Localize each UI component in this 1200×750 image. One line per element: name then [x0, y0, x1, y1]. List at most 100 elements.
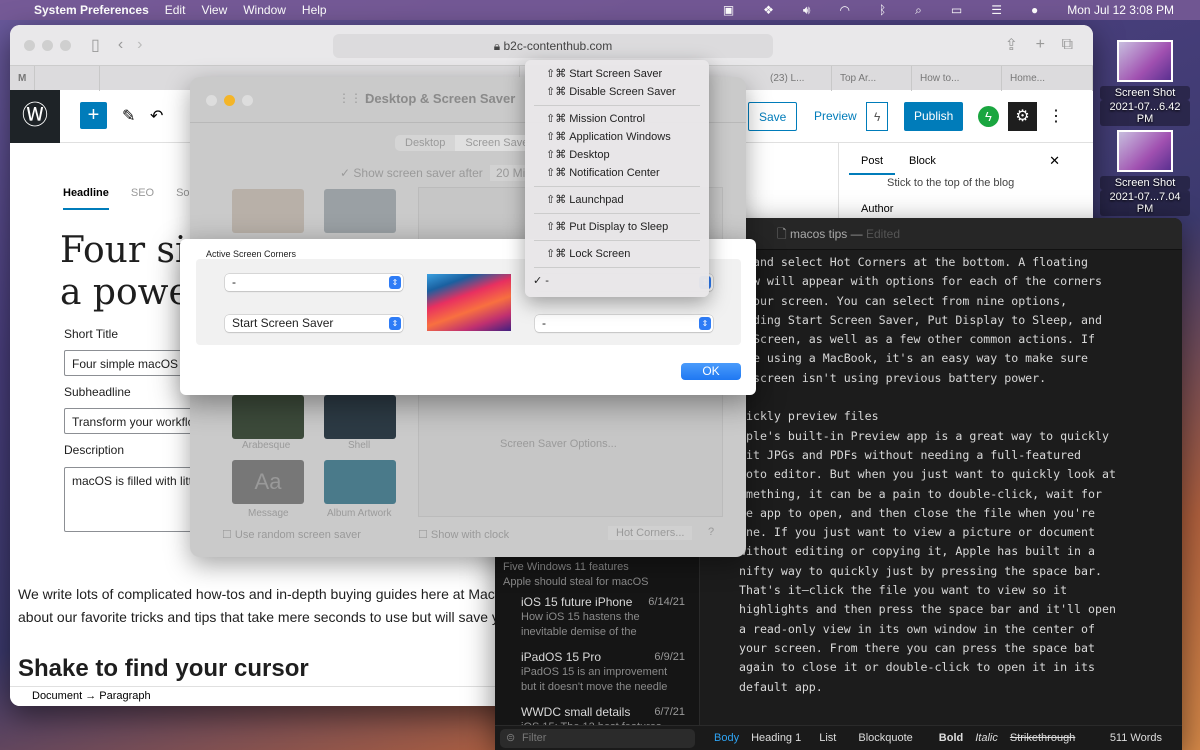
menu-window[interactable]: Window	[243, 3, 286, 17]
style-list[interactable]: List	[819, 732, 836, 744]
bottom-left-corner-select[interactable]: Start Screen Saver ⇕	[225, 315, 403, 332]
tab-post[interactable]: Post	[861, 155, 883, 167]
clock[interactable]: Mon Jul 12 3:08 PM	[1067, 3, 1174, 17]
style-bold[interactable]: Bold	[939, 732, 963, 744]
breadcrumb-document[interactable]: Document	[32, 690, 82, 702]
saver-thumb-message[interactable]: Aa	[232, 460, 304, 504]
edit-tool-icon[interactable]: ✎	[122, 106, 135, 126]
clock-checkbox[interactable]: ☐ Show with clock	[418, 528, 509, 541]
top-left-corner-select[interactable]: - ⇕	[225, 274, 403, 291]
address-bar[interactable]: 🔒︎ b2c-contenthub.com	[333, 34, 773, 58]
publish-button[interactable]: Publish	[904, 102, 964, 131]
forward-icon[interactable]: ›	[137, 36, 142, 54]
save-button[interactable]: Save	[748, 102, 798, 131]
tab[interactable]: (23) L...	[762, 66, 832, 91]
saver-thumb-shell[interactable]	[324, 395, 396, 439]
menu-item-label: Start Screen Saver	[569, 68, 663, 80]
desktop-file-screenshot-1[interactable]: Screen Shot 2021-07...6.42 PM	[1100, 40, 1190, 126]
tabs-overview-icon[interactable]: ⧉	[1062, 36, 1073, 54]
siri-icon[interactable]: ●	[1031, 3, 1038, 17]
saver-thumb-vintage-prints[interactable]	[324, 189, 396, 233]
menu-edit[interactable]: Edit	[165, 3, 186, 17]
word-count[interactable]: 511 Words	[1110, 732, 1162, 744]
breadcrumb-paragraph[interactable]: Paragraph	[99, 690, 150, 702]
tab-block[interactable]: Block	[909, 155, 936, 167]
hot-corners-button[interactable]: Hot Corners...	[608, 526, 693, 540]
show-after-label: Show screen saver after	[353, 166, 483, 180]
menu-item[interactable]: ⇧⌘ Notification Center	[525, 164, 709, 182]
document-text[interactable]: , and select Hot Corners at the bottom. …	[739, 253, 1116, 697]
tab[interactable]: Top Ar...	[832, 66, 912, 91]
menu-item[interactable]: ⇧⌘ Launchpad	[525, 191, 709, 209]
bottom-right-corner-select[interactable]: - ⇕	[535, 315, 713, 332]
share-icon[interactable]: ⇪	[1005, 35, 1018, 55]
menu-help[interactable]: Help	[302, 3, 327, 17]
dropbox-icon[interactable]: ❖	[763, 3, 774, 17]
list-item[interactable]: iPadOS 15 Pro 6/9/21 iPadOS 15 is an impro…	[503, 650, 693, 695]
show-after-checkbox[interactable]: ✓ Show screen saver after	[340, 166, 483, 180]
wifi-icon[interactable]: ◠	[839, 3, 849, 17]
tab-social[interactable]: So	[176, 187, 189, 210]
help-button[interactable]: ?	[708, 526, 714, 538]
list-item[interactable]: Five Windows 11 features Apple should ste…	[503, 560, 693, 590]
saver-thumb-arabesque[interactable]	[232, 395, 304, 439]
menu-app-name[interactable]: System Preferences	[34, 3, 149, 17]
style-strikethrough[interactable]: Strikethrough	[1010, 732, 1075, 744]
menu-item[interactable]: ⇧⌘ Start Screen Saver	[525, 65, 709, 83]
menu-item-selected[interactable]: ✓ -	[525, 272, 709, 290]
filter-input[interactable]: ⊜ Filter	[500, 729, 695, 748]
window-controls[interactable]	[24, 39, 71, 51]
wordpress-logo-icon[interactable]: Ⓦ	[10, 90, 60, 143]
add-block-button[interactable]: +	[80, 102, 107, 129]
body-paragraph[interactable]: We write lots of complicated how-tos and…	[18, 583, 507, 629]
text-line: dow will appear with options for each of…	[739, 274, 1102, 289]
text-line: your screen. From there you can press th…	[739, 640, 1095, 655]
bluetooth-icon[interactable]: ᛒ	[879, 3, 886, 17]
ok-button[interactable]: OK	[681, 363, 741, 380]
list-item-date: 6/9/21	[654, 651, 685, 663]
zoom-icon[interactable]: ▣	[723, 3, 734, 17]
style-italic[interactable]: Italic	[975, 732, 998, 744]
close-icon[interactable]: ✕	[1049, 153, 1060, 169]
performance-icon[interactable]: ϟ	[978, 106, 999, 127]
jetpack-button[interactable]: ϟ	[866, 102, 889, 131]
tab[interactable]: Home...	[1002, 66, 1093, 91]
menu-item-label: Application Windows	[569, 131, 671, 143]
tab-pinned[interactable]: M	[10, 66, 36, 91]
section-heading[interactable]: Shake to find your cursor	[18, 655, 309, 683]
style-body[interactable]: Body	[714, 732, 739, 744]
random-checkbox[interactable]: ☐ Use random screen saver	[222, 528, 361, 541]
menu-item[interactable]: ⇧⌘ Disable Screen Saver	[525, 83, 709, 101]
style-heading[interactable]: Heading 1	[751, 732, 801, 744]
volume-icon[interactable]: 🔊︎	[803, 3, 811, 18]
preview-button[interactable]: Preview	[804, 102, 867, 131]
settings-button[interactable]: ⚙	[1008, 102, 1037, 131]
sticky-option[interactable]: Stick to the top of the blog	[887, 177, 1014, 189]
new-tab-icon[interactable]: +	[1036, 36, 1045, 54]
more-options-icon[interactable]: ⋮	[1048, 106, 1064, 126]
tab-pinned-2[interactable]	[40, 66, 100, 91]
tab-desktop[interactable]: Desktop	[395, 135, 455, 151]
menu-item[interactable]: ⇧⌘ Lock Screen	[525, 245, 709, 263]
back-icon[interactable]: ‹	[118, 36, 123, 54]
menu-item[interactable]: ⇧⌘ Mission Control	[525, 110, 709, 128]
undo-icon[interactable]: ↶	[150, 106, 163, 126]
tab[interactable]: How to...	[912, 66, 1002, 91]
tab-seo[interactable]: SEO	[131, 187, 154, 210]
battery-icon[interactable]: ▭	[951, 3, 962, 17]
style-blockquote[interactable]: Blockquote	[858, 732, 912, 744]
menu-item[interactable]: ⇧⌘ Put Display to Sleep	[525, 218, 709, 236]
screen-saver-options-button[interactable]: Screen Saver Options...	[500, 438, 617, 450]
menu-view[interactable]: View	[201, 3, 227, 17]
search-icon[interactable]: ⌕	[915, 3, 922, 18]
saver-thumb-photo-wall[interactable]	[232, 189, 304, 233]
list-item[interactable]: iOS 15 future iPhone 6/14/21 How iOS 15 ha…	[503, 595, 693, 640]
tab-headline[interactable]: Headline	[63, 187, 109, 210]
menu-item[interactable]: ⇧⌘ Desktop	[525, 146, 709, 164]
saver-thumb-album-artwork[interactable]	[324, 460, 396, 504]
control-center-icon[interactable]: ☰	[991, 3, 1002, 17]
window-controls[interactable]	[206, 95, 253, 106]
menu-item[interactable]: ⇧⌘ Application Windows	[525, 128, 709, 146]
desktop-file-screenshot-2[interactable]: Screen Shot 2021-07...7.04 PM	[1100, 130, 1190, 216]
sidebar-icon[interactable]: ▯	[91, 35, 100, 55]
